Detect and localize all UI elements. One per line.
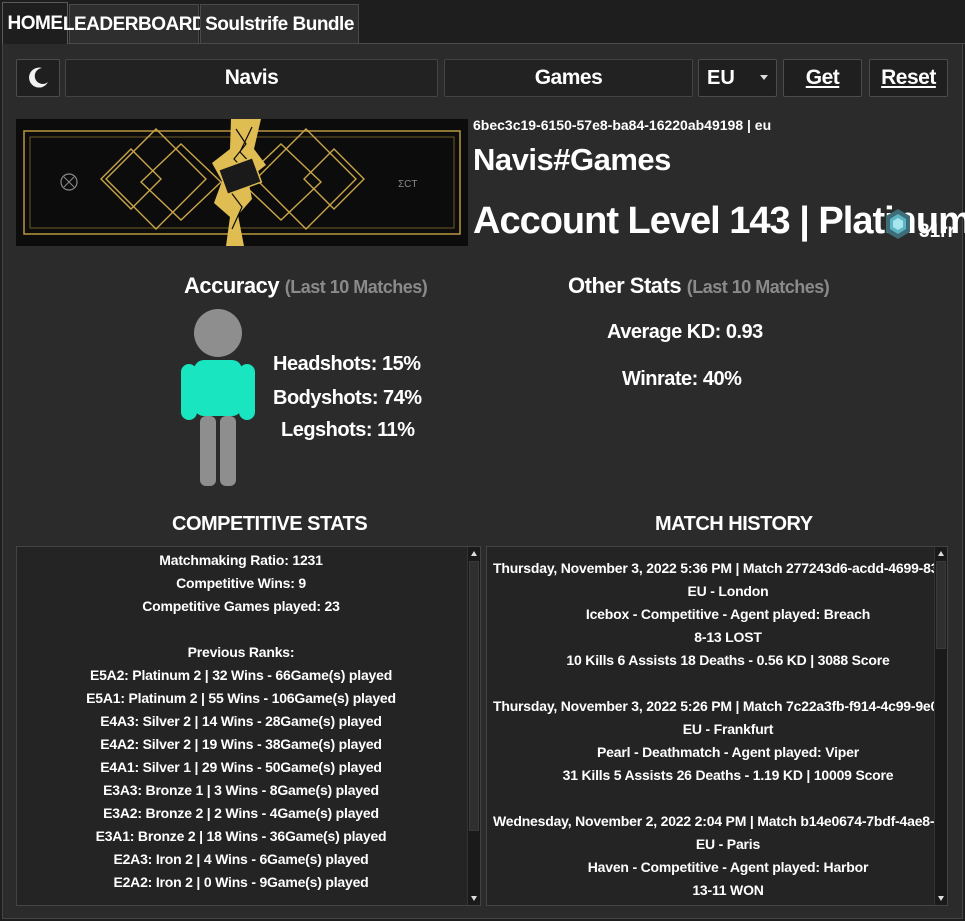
match-history-title: MATCH HISTORY bbox=[655, 513, 813, 535]
list-item: 8-13 LOST bbox=[694, 629, 762, 645]
scroll-down-icon[interactable] bbox=[938, 896, 944, 901]
list-item: E5A2: Platinum 2 | 32 Wins - 66Game(s) p… bbox=[89, 667, 393, 683]
list-item: Previous Ranks: bbox=[187, 644, 295, 660]
list-item: E4A3: Silver 2 | 14 Wins - 28Game(s) pla… bbox=[100, 713, 382, 729]
scroll-up-icon[interactable] bbox=[938, 551, 944, 556]
right-leg-shape bbox=[220, 416, 236, 486]
name-input[interactable]: Navis bbox=[65, 59, 438, 97]
list-item: E5A1: Platinum 2 | 55 Wins - 106Game(s) … bbox=[86, 690, 396, 706]
get-button-label: Get bbox=[805, 66, 840, 89]
platinum-rank-icon bbox=[886, 209, 910, 239]
list-item: 10 Kills 6 Assists 18 Deaths - 0.56 KD |… bbox=[566, 652, 890, 668]
headshots-stat: Headshots: 15% bbox=[273, 353, 421, 375]
list-item: E2A2: Iron 2 | 0 Wins - 9Game(s) played bbox=[113, 874, 369, 890]
list-item: Wednesday, November 2, 2022 2:04 PM | Ma… bbox=[493, 813, 948, 829]
other-stats-title-text: Other Stats bbox=[568, 273, 682, 298]
get-button[interactable]: Get bbox=[783, 59, 862, 97]
player-card-banner: ΣCT bbox=[16, 119, 468, 246]
list-item: Competitive Games played: 23 bbox=[142, 598, 340, 614]
card-brand-text: ΣCT bbox=[398, 179, 418, 190]
winrate-stat: Winrate: 40% bbox=[622, 368, 742, 390]
list-item: EU - Frankfurt bbox=[682, 721, 774, 737]
bodyshots-stat: Bodyshots: 74% bbox=[273, 387, 422, 409]
list-item: 31 Kills 5 Assists 26 Deaths - 1.19 KD |… bbox=[562, 767, 894, 783]
other-stats-title: Other Stats (Last 10 Matches) bbox=[568, 273, 830, 299]
tag-input[interactable]: Games bbox=[444, 59, 693, 97]
accuracy-subtitle: (Last 10 Matches) bbox=[284, 277, 428, 297]
tab-leaderboard[interactable]: LEADERBOARD bbox=[63, 4, 206, 44]
list-item: Competitive Wins: 9 bbox=[176, 575, 306, 591]
left-leg-shape bbox=[200, 416, 216, 486]
accuracy-title: Accuracy (Last 10 Matches) bbox=[184, 273, 428, 299]
list-item: Thursday, November 3, 2022 5:26 PM | Mat… bbox=[493, 698, 948, 714]
list-item: Pearl - Deathmatch - Agent played: Viper bbox=[597, 744, 859, 760]
competitive-stats-content: Matchmaking Ratio: 1231 Competitive Wins:… bbox=[17, 549, 465, 894]
region-select[interactable]: EU bbox=[698, 59, 777, 97]
list-item: E3A2: Bronze 2 | 2 Wins - 4Game(s) playe… bbox=[103, 805, 379, 821]
list-item: E4A2: Silver 2 | 19 Wins - 38Game(s) pla… bbox=[100, 736, 382, 752]
tab-bar: HOME LEADERBOARD Soulstrife Bundle bbox=[0, 0, 965, 44]
chevron-down-icon bbox=[760, 75, 768, 80]
theme-toggle-button[interactable] bbox=[16, 59, 60, 97]
right-arm-shape bbox=[239, 364, 255, 420]
tab-soulstrife-bundle[interactable]: Soulstrife Bundle bbox=[200, 4, 359, 44]
reset-button[interactable]: Reset bbox=[869, 59, 948, 97]
list-item: Matchmaking Ratio: 1231 bbox=[159, 552, 323, 568]
list-item: E3A3: Bronze 1 | 3 Wins - 8Game(s) playe… bbox=[103, 782, 379, 798]
player-card-art: ΣCT bbox=[16, 119, 468, 246]
accuracy-title-text: Accuracy bbox=[184, 273, 280, 298]
match-history-scrollbar[interactable] bbox=[934, 547, 947, 905]
list-item: E3A1: Bronze 2 | 18 Wins - 36Game(s) pla… bbox=[95, 828, 387, 844]
list-item bbox=[17, 618, 465, 641]
moon-icon bbox=[29, 67, 48, 88]
scroll-down-icon[interactable] bbox=[471, 896, 477, 901]
head-shape bbox=[194, 309, 242, 357]
competitive-stats-title: COMPETITIVE STATS bbox=[172, 513, 368, 535]
region-select-value: EU bbox=[707, 66, 735, 89]
legshots-stat: Legshots: 11% bbox=[281, 419, 415, 441]
scroll-thumb[interactable] bbox=[936, 561, 946, 649]
player-uuid: 6bec3c19-6150-57e8-ba84-16220ab49198 | e… bbox=[473, 117, 772, 133]
list-item: Thursday, November 3, 2022 5:36 PM | Mat… bbox=[493, 560, 948, 576]
list-item: Icebox - Competitive - Agent played: Bre… bbox=[585, 606, 871, 622]
list-item: EU - Paris bbox=[695, 836, 761, 852]
match-history-content: Thursday, November 3, 2022 5:36 PM | Mat… bbox=[493, 557, 948, 902]
list-item: EU - London bbox=[687, 583, 769, 599]
list-item: Haven - Competitive - Agent played: Harb… bbox=[587, 859, 869, 875]
other-stats-subtitle: (Last 10 Matches) bbox=[686, 277, 830, 297]
list-item: E4A1: Silver 1 | 29 Wins - 50Game(s) pla… bbox=[100, 759, 382, 775]
list-item: 13-11 WON bbox=[692, 882, 764, 898]
scroll-up-icon[interactable] bbox=[471, 551, 477, 556]
list-item bbox=[493, 672, 947, 695]
tab-home[interactable]: HOME bbox=[2, 2, 68, 44]
list-item: E2A3: Iron 2 | 4 Wins - 6Game(s) played bbox=[113, 851, 369, 867]
competitive-stats-list[interactable]: Matchmaking Ratio: 1231 Competitive Wins:… bbox=[16, 546, 481, 906]
list-item bbox=[493, 787, 947, 810]
scroll-thumb[interactable] bbox=[469, 561, 479, 831]
riot-id: Navis#Games bbox=[473, 142, 671, 177]
competitive-scrollbar[interactable] bbox=[467, 547, 480, 905]
left-arm-shape bbox=[181, 364, 197, 420]
rank-rating: 31rr bbox=[919, 221, 955, 242]
average-kd-stat: Average KD: 0.93 bbox=[607, 321, 763, 343]
reset-button-label: Reset bbox=[881, 66, 936, 89]
body-accuracy-figure bbox=[181, 309, 255, 486]
torso-shape bbox=[194, 360, 242, 416]
match-history-list[interactable]: Thursday, November 3, 2022 5:36 PM | Mat… bbox=[486, 546, 948, 906]
